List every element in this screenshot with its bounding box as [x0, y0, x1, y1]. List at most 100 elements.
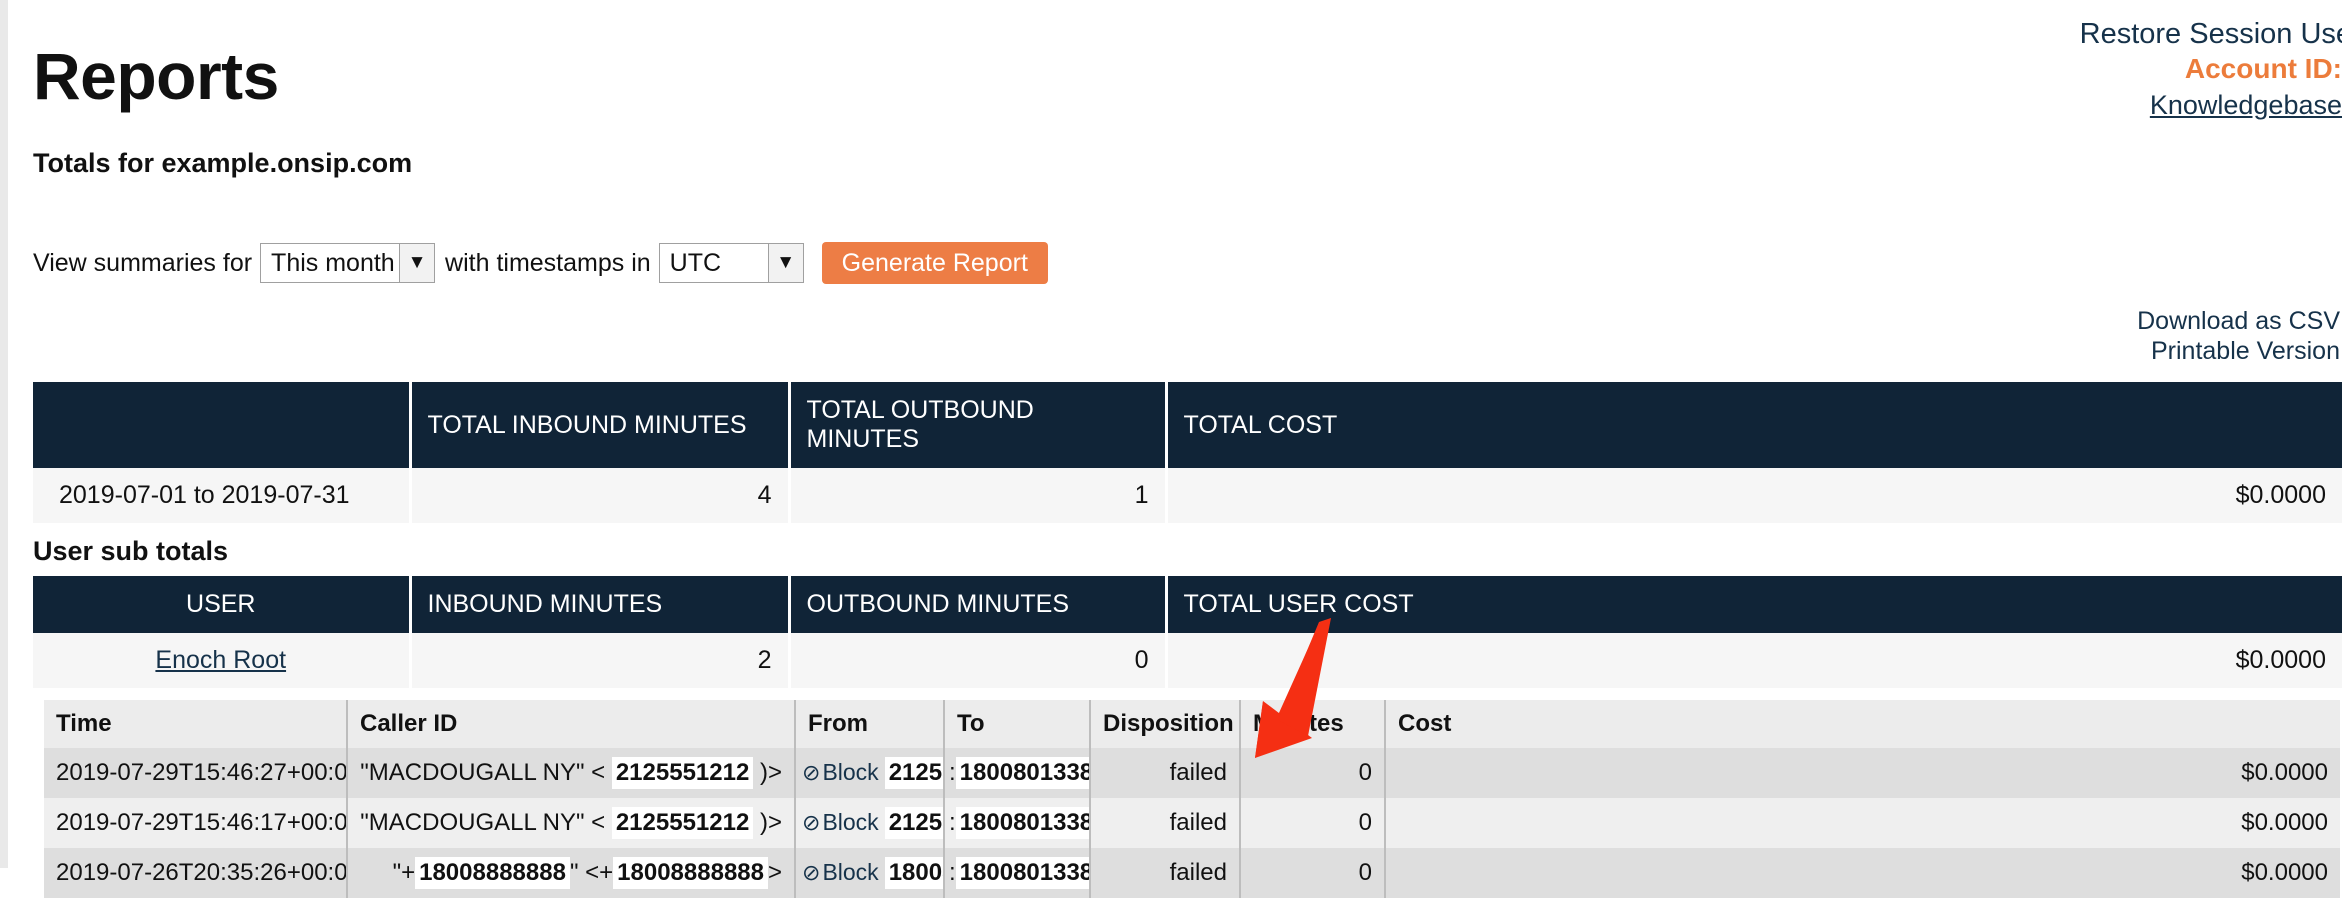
totals-header-outbound: TOTAL OUTBOUND MINUTES: [789, 382, 1168, 468]
printable-version-link[interactable]: Printable Version: [2137, 336, 2340, 366]
totals-header-cost: TOTAL COST: [1166, 382, 2342, 468]
chevron-down-icon: ▼: [767, 244, 803, 282]
totals-cell-cost: $0.0000: [1166, 468, 2342, 523]
caller-id-suffix: )>: [759, 809, 782, 836]
detail-table-header-row: Time Caller ID From To Disposition Minut…: [44, 700, 2340, 748]
chevron-down-icon: ▼: [399, 244, 435, 282]
detail-cell-minutes: 0: [1240, 848, 1386, 898]
caller-id-suffix2: >: [767, 859, 782, 886]
totals-table: TOTAL INBOUND MINUTES TOTAL OUTBOUND MIN…: [33, 382, 2342, 523]
timestamps-label: with timestamps in: [445, 248, 651, 277]
subtotals-cell-outbound: 0: [789, 633, 1168, 688]
account-id-label: Account ID:: [1642, 51, 2342, 87]
detail-cell-from: ⊘Block2125551212: [795, 798, 945, 848]
detail-header-time: Time: [44, 700, 348, 748]
block-label: Block: [822, 809, 879, 835]
block-label: Block: [822, 859, 879, 885]
table-row: 2019-07-26T20:35:26+00:00 "+ 18008888888 "…: [44, 848, 2340, 898]
detail-header-from: From: [795, 700, 945, 748]
detail-cell-from: ⊘Block18008888888: [795, 848, 945, 898]
caller-id-number-redacted: 2125551212: [611, 807, 754, 839]
detail-cell-to: :180080133813: [944, 848, 1091, 898]
report-controls: View summaries for This month ▼ with tim…: [33, 240, 1048, 286]
detail-cell-from: ⊘Block2125551212: [795, 748, 945, 798]
detail-cell-time: 2019-07-26T20:35:26+00:00: [44, 848, 348, 898]
block-icon: ⊘: [802, 760, 821, 785]
subtotals-cell-user: Enoch Root: [33, 633, 412, 688]
detail-cell-to: :18008013381!: [944, 748, 1091, 798]
block-icon: ⊘: [802, 810, 821, 835]
detail-header-caller-id: Caller ID: [347, 700, 796, 748]
totals-cell-outbound: 1: [789, 468, 1168, 523]
user-subtotals-heading: User sub totals: [33, 536, 229, 566]
caller-id-number-redacted: 2125551212: [611, 757, 754, 789]
detail-cell-time: 2019-07-29T15:46:27+00:00: [44, 748, 348, 798]
detail-cell-disposition: failed: [1090, 848, 1241, 898]
knowledgebase-row: Knowledgebase: [1642, 87, 2342, 123]
subtotals-header-inbound: INBOUND MINUTES: [410, 576, 791, 633]
detail-cell-caller-id: "+ 18008888888 " <+ 18008888888 >: [347, 848, 796, 898]
page-subtitle: Totals for example.onsip.com: [33, 148, 413, 178]
totals-cell-range: 2019-07-01 to 2019-07-31: [33, 468, 412, 523]
restore-session-clip: Restore Session User #5: [1642, 18, 2342, 51]
totals-table-header-row: TOTAL INBOUND MINUTES TOTAL OUTBOUND MIN…: [33, 382, 2342, 468]
to-prefix: :: [949, 759, 956, 786]
page-title: Reports: [33, 39, 279, 113]
detail-cell-time: 2019-07-29T15:46:17+00:00: [44, 798, 348, 848]
detail-header-minutes: Minutes: [1240, 700, 1386, 748]
totals-header-inbound: TOTAL INBOUND MINUTES: [410, 382, 791, 468]
account-info-block: Restore Session User #5 Account ID: Know…: [1642, 18, 2342, 123]
from-number-redacted: 18008888888: [884, 857, 942, 889]
from-number-redacted: 2125551212: [884, 807, 942, 839]
detail-header-to: To: [944, 700, 1091, 748]
detail-cell-cost: $0.0000: [1385, 848, 2340, 898]
timezone-select[interactable]: UTC ▼: [658, 243, 804, 283]
user-detail-link[interactable]: Enoch Root: [155, 646, 286, 674]
table-row: Enoch Root 2 0 $0.0000: [33, 633, 2342, 688]
block-link[interactable]: ⊘Block: [802, 859, 879, 885]
period-select[interactable]: This month ▼: [260, 243, 436, 283]
detail-header-disposition: Disposition: [1090, 700, 1241, 748]
subtotals-cell-cost: $0.0000: [1166, 633, 2342, 688]
detail-cell-cost: $0.0000: [1385, 798, 2340, 848]
left-rail: [0, 0, 8, 868]
block-link[interactable]: ⊘Block: [802, 809, 879, 835]
caller-id-prefix: "+: [392, 859, 416, 886]
caller-id-number2-redacted: 18008888888: [613, 857, 768, 889]
account-id-text: Account ID:: [2184, 53, 2342, 84]
generate-report-button[interactable]: Generate Report: [821, 242, 1048, 284]
detail-cell-disposition: failed: [1090, 798, 1241, 848]
detail-cell-cost: $0.0000: [1385, 748, 2340, 798]
totals-header-range: [33, 382, 412, 468]
table-row: 2019-07-29T15:46:17+00:00 "MACDOUGALL NY…: [44, 798, 2340, 848]
block-icon: ⊘: [802, 860, 821, 885]
caller-id-suffix: " <+: [569, 859, 614, 886]
timezone-select-value: UTC: [669, 248, 722, 277]
detail-header-cost: Cost: [1385, 700, 2340, 748]
subtotals-cell-inbound: 2: [410, 633, 791, 688]
period-select-value: This month: [271, 248, 395, 277]
to-prefix: :: [949, 809, 956, 836]
restore-session-label[interactable]: Restore Session User #5: [2080, 18, 2342, 51]
from-number-redacted: 2125551212: [884, 757, 942, 789]
detail-cell-minutes: 0: [1240, 798, 1386, 848]
table-row: 2019-07-01 to 2019-07-31 4 1 $0.0000: [33, 468, 2342, 523]
subtotals-header-user: USER: [33, 576, 412, 633]
caller-id-prefix: "MACDOUGALL NY" <: [360, 759, 606, 786]
detail-cell-caller-id: "MACDOUGALL NY" < 2125551212 )>: [347, 748, 796, 798]
page-content: Restore Session User #5 Account ID: Know…: [8, 0, 2342, 898]
to-number-redacted: 18008013381: [955, 857, 1088, 889]
detail-cell-caller-id: "MACDOUGALL NY" < 2125551212 )>: [347, 798, 796, 848]
table-row: 2019-07-29T15:46:27+00:00 "MACDOUGALL NY…: [44, 748, 2340, 798]
view-summaries-label: View summaries for: [33, 248, 253, 277]
block-link[interactable]: ⊘Block: [802, 759, 879, 785]
totals-cell-inbound: 4: [410, 468, 791, 523]
call-detail-table: Time Caller ID From To Disposition Minut…: [44, 700, 2340, 898]
knowledgebase-link[interactable]: Knowledgebase: [2150, 87, 2342, 123]
to-number-redacted: 18008013381: [955, 807, 1088, 839]
caller-id-number-redacted: 18008888888: [415, 857, 570, 889]
to-number-redacted: 18008013381: [955, 757, 1088, 789]
user-subtotals-table: USER INBOUND MINUTES OUTBOUND MINUTES TO…: [33, 576, 2342, 688]
download-csv-link[interactable]: Download as CSV: [2137, 306, 2340, 336]
subtotals-header-outbound: OUTBOUND MINUTES: [789, 576, 1168, 633]
